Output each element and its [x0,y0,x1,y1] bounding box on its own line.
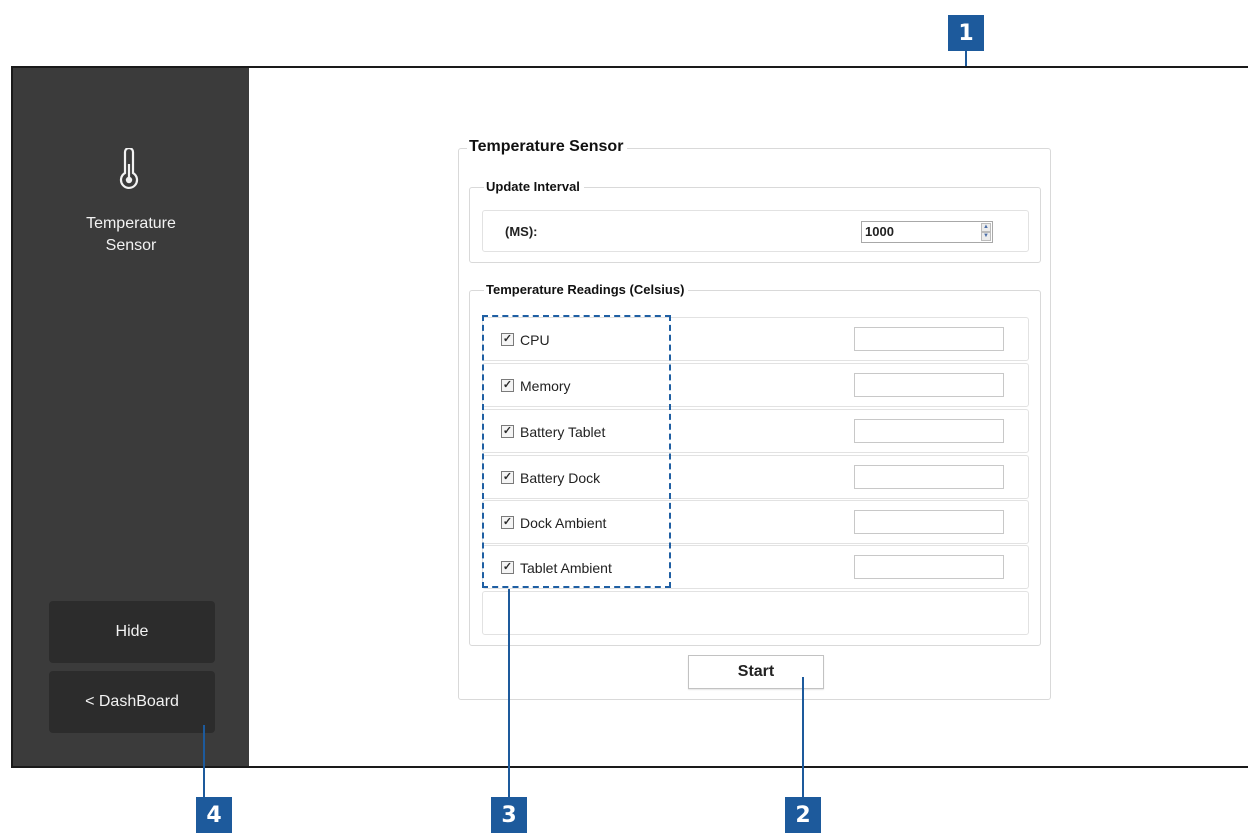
dashboard-button[interactable]: < DashBoard [49,671,215,733]
callout-badge-3: 3 [491,797,527,833]
callout-line-3 [508,589,510,797]
hide-button[interactable]: Hide [49,601,215,663]
callout-line-2 [802,677,804,797]
spin-up-icon[interactable]: ▲ [981,223,991,232]
empty-row [482,591,1029,635]
interval-row: (MS): 1000 ▲ ▼ [482,210,1029,252]
checkbox-highlight-box [482,315,671,588]
interval-stepper[interactable]: 1000 ▲ ▼ [861,221,993,243]
app-title-line1: Temperature [86,215,176,232]
interval-value[interactable]: 1000 [865,224,894,239]
callout-badge-1: 1 [948,15,984,51]
reading-value-field[interactable] [854,510,1004,534]
sidebar: Temperature Sensor Hide < DashBoard [13,68,249,766]
reading-value-field[interactable] [854,373,1004,397]
reading-value-field[interactable] [854,465,1004,489]
update-interval-group: Update Interval (MS): 1000 ▲ ▼ [469,179,1041,263]
callout-badge-4: 4 [196,797,232,833]
group-title: Temperature Sensor [467,138,628,156]
app-title-line2: Sensor [105,237,157,254]
callout-badge-2: 2 [785,797,821,833]
callout-line-4 [203,725,205,797]
reading-value-field[interactable] [854,555,1004,579]
spin-down-icon[interactable]: ▼ [981,232,991,241]
app-title: Temperature Sensor [13,213,249,257]
readings-title: Temperature Readings (Celsius) [484,282,689,297]
spin-buttons: ▲ ▼ [981,223,991,241]
update-interval-title: Update Interval [484,179,584,194]
ms-label: (MS): [505,224,538,239]
thermometer-icon [119,148,139,190]
reading-value-field[interactable] [854,327,1004,351]
reading-value-field[interactable] [854,419,1004,443]
